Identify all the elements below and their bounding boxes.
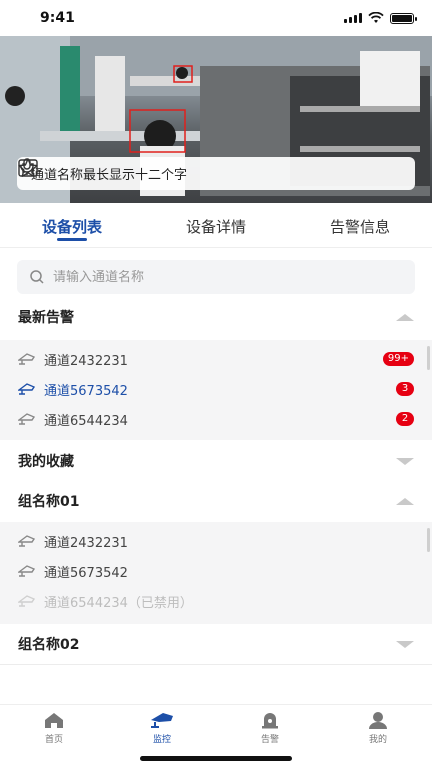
tab-device-details[interactable]: 设备详情 <box>144 203 288 247</box>
latest-alarms-list: 通道2432231 99+ 通道5673542 3 通道6544234 2 <box>0 340 432 440</box>
nav-label: 我的 <box>368 735 387 745</box>
status-icons <box>344 12 417 24</box>
channel-name: 通道2432231 <box>44 535 128 551</box>
scrollbar[interactable] <box>427 528 430 552</box>
list-item[interactable]: 通道5673542 3 <box>0 374 432 404</box>
section-group-01[interactable]: 组名称01 <box>0 481 432 521</box>
video-control-bar: 通道名称最长显示十二个字 <box>17 157 415 190</box>
channel-name: 通道6544234（已禁用） <box>44 595 193 611</box>
section-group-02[interactable]: 组名称02 <box>0 624 432 664</box>
section-title: 组名称01 <box>18 494 80 510</box>
nav-home[interactable]: 首页 <box>0 705 108 768</box>
channel-title: 通道名称最长显示十二个字 <box>31 168 188 183</box>
fullscreen-icon <box>18 159 38 177</box>
battery-icon <box>390 12 417 24</box>
expand-arrow-icon[interactable] <box>396 457 414 465</box>
home-icon <box>45 713 63 728</box>
wifi-icon <box>368 12 384 23</box>
alarm-count-badge: 3 <box>396 382 414 396</box>
channel-name: 通道5673542 <box>44 565 128 581</box>
search-icon <box>30 270 44 284</box>
channel-name: 通道2432231 <box>44 353 128 369</box>
nav-label: 监控 <box>152 735 171 745</box>
nav-profile[interactable]: 我的 <box>324 705 432 768</box>
video-player[interactable]: 通道名称最长显示十二个字 <box>0 36 432 203</box>
home-indicator <box>140 756 292 761</box>
alarm-count-badge: 99+ <box>382 352 414 366</box>
camera-icon <box>18 383 36 395</box>
status-bar: 9:41 <box>0 0 432 36</box>
microphone-button[interactable] <box>20 158 321 186</box>
camera-icon <box>18 353 36 365</box>
section-title: 最新告警 <box>18 310 74 326</box>
section-title: 我的收藏 <box>18 454 74 470</box>
signal-icon <box>344 13 362 23</box>
camera-icon <box>18 535 36 547</box>
section-title: 组名称02 <box>18 637 80 653</box>
channel-name: 通道6544234 <box>44 413 128 429</box>
channel-name: 通道5673542 <box>44 383 128 399</box>
nav-label: 告警 <box>260 735 279 745</box>
tab-device-list[interactable]: 设备列表 <box>0 203 144 247</box>
fullscreen-button[interactable] <box>18 159 401 186</box>
favorite-button[interactable] <box>18 158 361 186</box>
section-latest-alarms[interactable]: 最新告警 <box>0 297 432 337</box>
section-favorites[interactable]: 我的收藏 <box>0 441 432 481</box>
alarm-icon <box>262 713 278 729</box>
camera-icon <box>18 413 36 425</box>
divider <box>0 664 432 665</box>
camera-icon <box>18 595 36 607</box>
group-01-list: 通道2432231 通道5673542 通道6544234（已禁用） <box>0 522 432 624</box>
list-item[interactable]: 通道2432231 <box>0 526 432 556</box>
search-input[interactable] <box>53 269 393 285</box>
search-box <box>17 260 415 294</box>
alarm-count-badge: 2 <box>396 412 414 426</box>
camera-icon <box>151 713 173 728</box>
list-item[interactable]: 通道5673542 <box>0 556 432 586</box>
list-item[interactable]: 通道2432231 99+ <box>0 344 432 374</box>
user-icon <box>369 712 387 729</box>
list-item-disabled: 通道6544234（已禁用） <box>0 586 432 616</box>
camera-icon <box>18 565 36 577</box>
tab-bar: 设备列表 设备详情 告警信息 <box>0 203 432 248</box>
tab-alarm-info[interactable]: 告警信息 <box>288 203 432 247</box>
scrollbar[interactable] <box>427 346 430 370</box>
status-time: 9:41 <box>40 10 75 26</box>
collapse-arrow-icon[interactable] <box>396 497 414 505</box>
list-item[interactable]: 通道6544234 2 <box>0 404 432 434</box>
nav-label: 首页 <box>44 735 63 745</box>
collapse-arrow-icon[interactable] <box>396 313 414 321</box>
expand-arrow-icon[interactable] <box>396 640 414 648</box>
